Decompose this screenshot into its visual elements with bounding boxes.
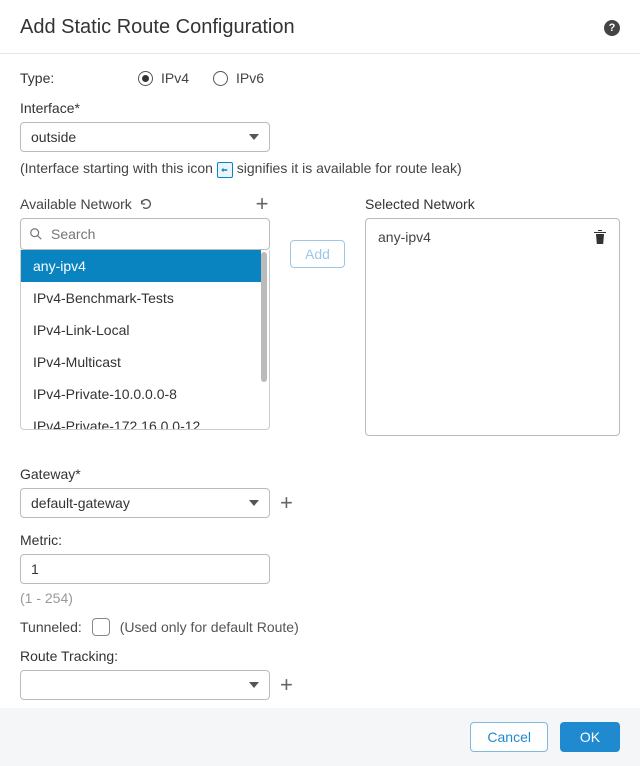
metric-label: Metric:	[20, 532, 620, 548]
radio-ipv4-label: IPv4	[161, 70, 189, 86]
list-item[interactable]: IPv4-Benchmark-Tests	[21, 282, 261, 314]
dialog-header: Add Static Route Configuration ?	[0, 0, 640, 54]
radio-ipv4[interactable]: IPv4	[138, 70, 189, 86]
selected-label: Selected Network	[365, 196, 620, 212]
gateway-label: Gateway*	[20, 466, 620, 482]
dialog-title: Add Static Route Configuration	[20, 16, 295, 39]
refresh-icon[interactable]	[138, 196, 154, 212]
metric-range: (1 - 254)	[20, 590, 620, 606]
search-input[interactable]	[49, 225, 261, 243]
selected-item: any-ipv4	[378, 229, 607, 245]
list-item[interactable]: any-ipv4	[21, 250, 261, 282]
metric-input[interactable]	[20, 554, 270, 584]
interface-value: outside	[31, 129, 76, 145]
add-network-icon[interactable]: +	[254, 196, 270, 212]
selected-network-panel: Selected Network any-ipv4	[365, 196, 620, 436]
radio-ipv6[interactable]: IPv6	[213, 70, 264, 86]
search-box[interactable]	[20, 218, 270, 250]
gateway-value: default-gateway	[31, 495, 130, 511]
cancel-button[interactable]: Cancel	[470, 722, 548, 752]
dialog-body: Type: IPv4 IPv6 Interface* outside (Inte…	[0, 54, 640, 708]
radio-icon	[213, 71, 228, 86]
interface-select[interactable]: outside	[20, 122, 270, 152]
scrollbar[interactable]	[261, 252, 267, 382]
network-columns: Available Network + any-ipv4IPv4-Benchma…	[20, 196, 620, 436]
route-tracking-label: Route Tracking:	[20, 648, 620, 664]
type-row: Type: IPv4 IPv6	[20, 70, 620, 86]
dialog-footer: Cancel OK	[0, 708, 640, 766]
list-item[interactable]: IPv4-Multicast	[21, 346, 261, 378]
tunneled-row: Tunneled: (Used only for default Route)	[20, 618, 620, 636]
add-gateway-icon[interactable]: +	[280, 492, 293, 514]
selected-list: any-ipv4	[365, 218, 620, 436]
selected-item-label: any-ipv4	[378, 229, 431, 245]
interface-hint: (Interface starting with this icon signi…	[20, 160, 620, 178]
available-list[interactable]: any-ipv4IPv4-Benchmark-TestsIPv4-Link-Lo…	[20, 250, 270, 430]
trash-icon[interactable]	[593, 229, 607, 245]
help-icon[interactable]: ?	[604, 20, 620, 36]
type-label: Type:	[20, 70, 138, 86]
route-leak-icon	[217, 162, 233, 178]
chevron-down-icon	[249, 682, 259, 688]
list-item[interactable]: IPv4-Link-Local	[21, 314, 261, 346]
tunneled-note: (Used only for default Route)	[120, 619, 299, 635]
radio-ipv6-label: IPv6	[236, 70, 264, 86]
radio-icon	[138, 71, 153, 86]
interface-label: Interface*	[20, 100, 620, 116]
ok-button[interactable]: OK	[560, 722, 620, 752]
hint-post: signifies it is available for route leak…	[237, 160, 462, 176]
chevron-down-icon	[249, 500, 259, 506]
hint-pre: (Interface starting with this icon	[20, 160, 213, 176]
search-icon	[29, 227, 43, 241]
tunneled-checkbox[interactable]	[92, 618, 110, 636]
chevron-down-icon	[249, 134, 259, 140]
available-label: Available Network	[20, 196, 132, 212]
route-tracking-select[interactable]	[20, 670, 270, 700]
gateway-select[interactable]: default-gateway	[20, 488, 270, 518]
list-item[interactable]: IPv4-Private-10.0.0.0-8	[21, 378, 261, 410]
add-button[interactable]: Add	[290, 240, 345, 268]
available-network-panel: Available Network + any-ipv4IPv4-Benchma…	[20, 196, 270, 436]
tunneled-label: Tunneled:	[20, 619, 82, 635]
route-tracking-block: Route Tracking: +	[20, 648, 620, 700]
metric-block: Metric: (1 - 254)	[20, 532, 620, 606]
transfer-column: Add	[270, 196, 365, 436]
gateway-block: Gateway* default-gateway +	[20, 466, 620, 518]
list-item[interactable]: IPv4-Private-172.16.0.0-12	[21, 410, 261, 429]
add-route-tracking-icon[interactable]: +	[280, 674, 293, 696]
